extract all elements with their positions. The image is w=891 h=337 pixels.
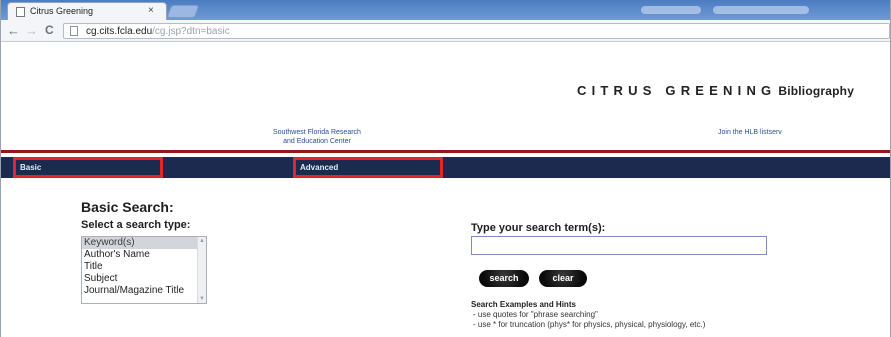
research-center-link[interactable]: Southwest Florida Research and Education…	[273, 128, 361, 146]
listbox-scrollbar[interactable]: ▲ ▼	[197, 237, 206, 303]
window-control-blur	[713, 6, 809, 14]
url-text: cg.cits.fcla.edu/cg.jsp?dtn=basic	[86, 26, 230, 37]
browser-toolbar: ← → C cg.cits.fcla.edu/cg.jsp?dtn=basic	[1, 20, 890, 42]
scroll-down-icon[interactable]: ▼	[199, 296, 205, 302]
new-tab-button[interactable]	[166, 5, 200, 18]
listserv-link[interactable]: Join the HLB listserv	[718, 128, 782, 137]
reload-icon[interactable]: C	[45, 23, 54, 38]
back-arrow-icon[interactable]: ←	[7, 23, 20, 38]
tab-strip: Citrus Greening ×	[1, 0, 890, 20]
clear-button[interactable]: clear	[539, 270, 587, 287]
search-input[interactable]	[471, 236, 767, 255]
browser-window: Citrus Greening × ← → C cg.cits.fcla.edu…	[0, 0, 891, 337]
forward-arrow-icon[interactable]: →	[25, 23, 38, 38]
search-type-option[interactable]: Title	[82, 261, 206, 273]
tab-advanced[interactable]: Advanced	[293, 157, 443, 178]
page-title: CITRUS GREENING Bibliography	[577, 83, 855, 98]
page-icon	[16, 7, 25, 17]
section-title: Basic Search:	[81, 199, 174, 215]
search-type-option[interactable]: Subject	[82, 273, 206, 285]
close-icon[interactable]: ×	[148, 5, 154, 16]
search-type-option[interactable]: Author's Name	[82, 249, 206, 261]
search-type-label: Select a search type:	[81, 219, 191, 231]
search-button[interactable]: search	[479, 270, 529, 287]
scroll-up-icon[interactable]: ▲	[199, 238, 205, 244]
window-control-blur	[641, 6, 701, 14]
search-type-option[interactable]: Keyword(s)	[82, 237, 206, 249]
hint-text: - use quotes for "phrase searching"	[473, 310, 598, 319]
hints-heading: Search Examples and Hints	[471, 300, 576, 309]
hint-text: - use * for truncation (phys* for physic…	[473, 320, 706, 329]
page-icon	[70, 26, 78, 36]
tab-title: Citrus Greening	[30, 6, 94, 16]
tab-basic[interactable]: Basic	[13, 157, 163, 178]
browser-tab[interactable]: Citrus Greening ×	[7, 2, 167, 20]
search-type-option[interactable]: Journal/Magazine Title	[82, 285, 206, 297]
address-bar[interactable]: cg.cits.fcla.edu/cg.jsp?dtn=basic	[63, 23, 890, 39]
search-type-select[interactable]: Keyword(s) Author's Name Title Subject J…	[81, 236, 207, 304]
search-term-label: Type your search term(s):	[471, 222, 606, 234]
header-divider	[1, 150, 890, 153]
nav-bar: Basic Advanced	[1, 157, 890, 178]
